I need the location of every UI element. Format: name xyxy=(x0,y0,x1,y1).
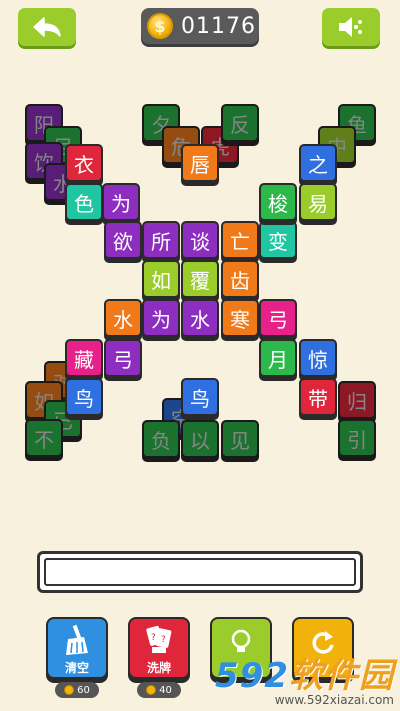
mahjong-tile[interactable]: 色 xyxy=(65,183,103,221)
mahjong-tile[interactable]: 如 xyxy=(142,260,180,298)
mahjong-tile[interactable]: 月 xyxy=(259,339,297,377)
coin-icon xyxy=(64,685,75,695)
mahjong-tile[interactable]: 弓 xyxy=(259,299,297,337)
shuffle-cards-icon: ? ? xyxy=(146,625,172,653)
mahjong-tile: 负 xyxy=(142,420,180,458)
shuffle-label: 洗牌 xyxy=(146,661,171,675)
mahjong-tile: 以 xyxy=(181,420,219,458)
svg-text:?: ? xyxy=(151,633,156,643)
svg-text:?: ? xyxy=(161,635,166,645)
mahjong-tile: 引 xyxy=(338,419,376,457)
mahjong-tile[interactable]: 水 xyxy=(104,299,142,337)
shuffle-cost: 40 xyxy=(137,682,181,698)
mahjong-tile[interactable]: 唇 xyxy=(181,144,219,182)
watermark-brand: 592软件园 xyxy=(215,656,394,696)
mahjong-tile[interactable]: 之 xyxy=(299,144,337,182)
mahjong-tile[interactable]: 衣 xyxy=(65,144,103,182)
mahjong-tile[interactable]: 带 xyxy=(299,378,337,416)
mahjong-tile[interactable]: 寒 xyxy=(221,299,259,337)
mahjong-tile[interactable]: 所 xyxy=(142,221,180,259)
broom-icon xyxy=(66,624,88,655)
mahjong-tile[interactable]: 变 xyxy=(259,221,297,259)
clear-cost-value: 60 xyxy=(77,684,90,696)
watermark: 592软件园 www.592xiazai.com xyxy=(215,648,394,707)
mahjong-tile[interactable]: 鸟 xyxy=(65,378,103,416)
mahjong-tile[interactable]: 覆 xyxy=(181,260,219,298)
coin-icon xyxy=(146,685,157,695)
shuffle-button[interactable]: ? ? 洗牌 xyxy=(128,617,190,679)
mahjong-tile: 见 xyxy=(221,420,259,458)
mahjong-tile[interactable]: 谈 xyxy=(181,221,219,259)
tile-tray xyxy=(37,551,363,593)
mahjong-tile[interactable]: 鸟 xyxy=(181,378,219,416)
mahjong-tile[interactable]: 弓 xyxy=(104,339,142,377)
mahjong-tile: 不 xyxy=(25,419,63,457)
mahjong-tile[interactable]: 惊 xyxy=(299,339,337,377)
clear-cost: 60 xyxy=(55,682,99,698)
clear-label: 清空 xyxy=(64,661,89,675)
mahjong-tile[interactable]: 藏 xyxy=(65,339,103,377)
mahjong-tile: 反 xyxy=(221,104,259,142)
tile-board: 阳目饮水衣色为欲所谈亡变夕危虎反唇鱼中之梭易如覆齿水为水寒弓藏弓鸟对如已不月惊带… xyxy=(0,0,400,520)
mahjong-tile[interactable]: 梭 xyxy=(259,183,297,221)
tile-tray-inner xyxy=(44,558,356,586)
mahjong-tile[interactable]: 水 xyxy=(181,299,219,337)
mahjong-tile[interactable]: 亡 xyxy=(221,221,259,259)
clear-button[interactable]: 清空 xyxy=(46,617,108,679)
mahjong-tile[interactable]: 欲 xyxy=(104,221,142,259)
mahjong-tile[interactable]: 易 xyxy=(299,183,337,221)
mahjong-tile: 归 xyxy=(338,381,376,419)
mahjong-tile[interactable]: 齿 xyxy=(221,260,259,298)
shuffle-cost-value: 40 xyxy=(159,684,172,696)
mahjong-tile[interactable]: 为 xyxy=(142,299,180,337)
mahjong-tile[interactable]: 为 xyxy=(102,183,140,221)
